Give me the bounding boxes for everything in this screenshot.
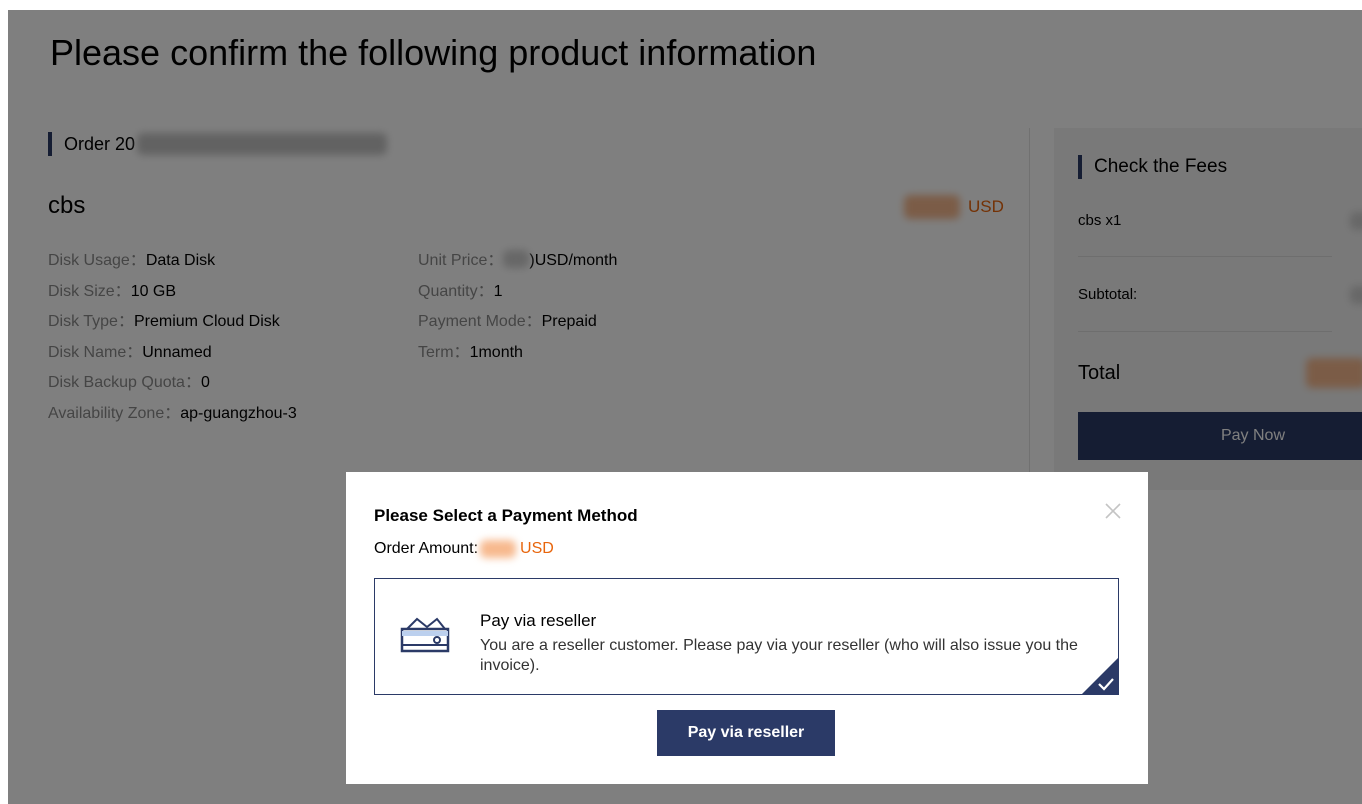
wallet-icon — [400, 617, 450, 653]
payment-option-title: Pay via reseller — [480, 611, 597, 630]
order-confirmation-page: Please confirm the following product inf… — [8, 10, 1362, 804]
close-icon[interactable] — [1102, 500, 1124, 522]
order-amount-redacted — [480, 540, 517, 558]
pay-via-reseller-button[interactable]: Pay via reseller — [657, 710, 835, 756]
payment-option-description: You are a reseller customer. Please pay … — [480, 637, 1078, 674]
order-amount-label: Order Amount: — [374, 540, 479, 557]
checkmark-icon — [1082, 658, 1118, 694]
dialog-title: Please Select a Payment Method — [374, 506, 638, 525]
order-amount-unit: USD — [520, 540, 554, 557]
payment-option-reseller[interactable]: Pay via reseller You are a reseller cust… — [374, 578, 1119, 695]
order-amount: Order Amount: USD — [374, 540, 554, 558]
payment-method-dialog: Please Select a Payment Method Order Amo… — [346, 472, 1148, 784]
